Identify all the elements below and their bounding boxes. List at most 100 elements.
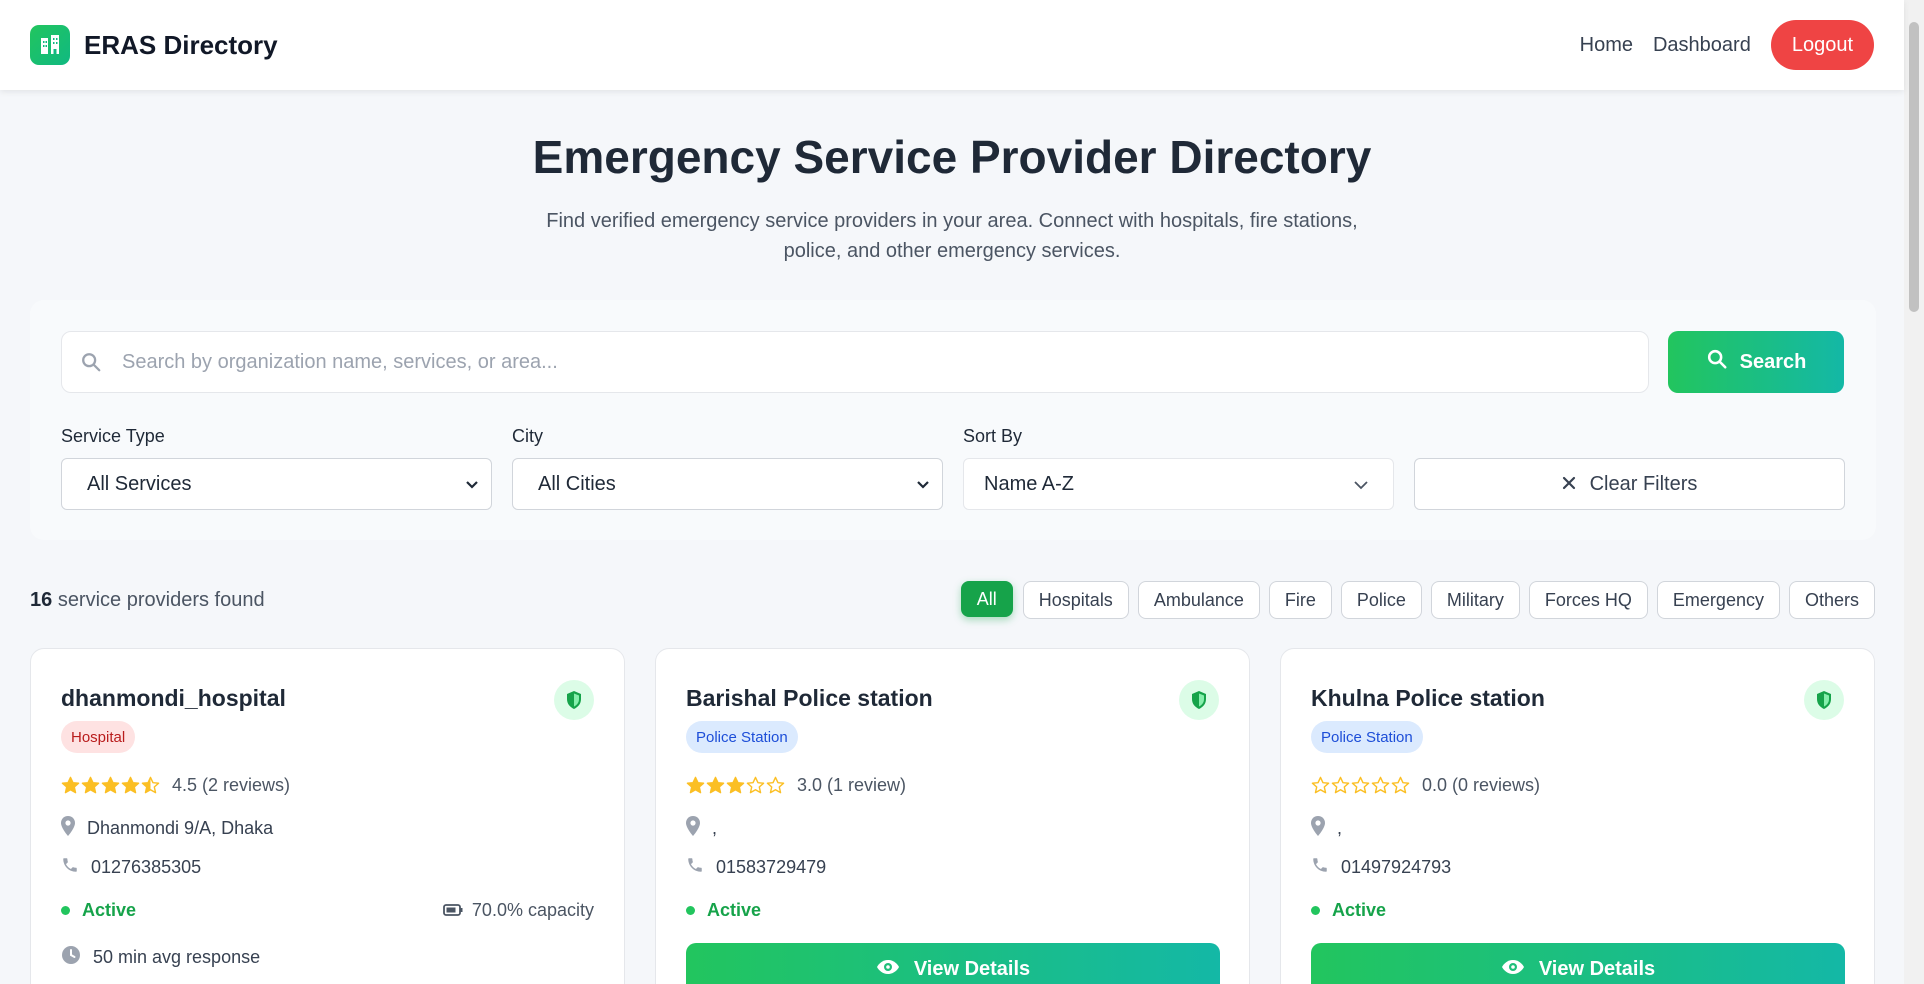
city-select[interactable]: All Cities xyxy=(512,458,943,510)
close-icon xyxy=(1562,473,1576,496)
provider-card[interactable]: Barishal Police station Police Station 3… xyxy=(655,648,1250,984)
chip-fire[interactable]: Fire xyxy=(1268,581,1332,619)
results-number: 16 xyxy=(30,589,53,611)
brand[interactable]: ERAS Directory xyxy=(30,25,278,65)
star-empty-icon xyxy=(1351,776,1370,794)
location-row: , xyxy=(1311,816,1342,841)
verified-shield-icon xyxy=(1804,680,1844,720)
location-row: Dhanmondi 9/A, Dhaka xyxy=(61,816,273,841)
chevron-down-icon xyxy=(1353,473,1369,496)
star-filled-icon xyxy=(61,776,80,794)
star-filled-icon xyxy=(121,776,140,794)
map-pin-icon xyxy=(686,816,700,841)
star-empty-icon xyxy=(746,776,765,794)
service-type-label: Service Type xyxy=(61,426,165,446)
filter-panel: Search Service Type All Services City Al… xyxy=(30,300,1876,540)
chip-emergency[interactable]: Emergency xyxy=(1656,581,1780,619)
search-button-label: Search xyxy=(1739,350,1807,373)
map-pin-icon xyxy=(61,816,75,841)
verified-shield-icon xyxy=(554,680,594,720)
service-type-select[interactable]: All Services xyxy=(61,458,492,510)
response-text: 50 min avg response xyxy=(93,947,261,967)
chip-others[interactable]: Others xyxy=(1788,581,1875,619)
star-empty-icon xyxy=(1391,776,1410,794)
star-rating xyxy=(61,776,160,795)
star-empty-icon xyxy=(1311,776,1330,794)
search-input[interactable] xyxy=(122,342,1622,382)
phone-row: 01583729479 xyxy=(686,856,826,879)
search-icon xyxy=(1706,348,1728,376)
rating-row: 4.5 (2 reviews) xyxy=(61,775,290,796)
city-value: All Cities xyxy=(538,472,616,495)
eye-icon xyxy=(1501,958,1525,981)
city-label: City xyxy=(512,426,543,446)
chip-hospitals[interactable]: Hospitals xyxy=(1022,581,1129,619)
star-rating xyxy=(686,776,785,795)
provider-type-badge: Police Station xyxy=(686,721,798,753)
location-text: , xyxy=(712,818,718,838)
phone-row: 01497924793 xyxy=(1311,856,1451,879)
logout-button[interactable]: Logout xyxy=(1770,20,1874,70)
phone-text: 01583729479 xyxy=(716,857,827,877)
provider-name: Barishal Police station xyxy=(686,685,933,711)
star-filled-icon xyxy=(686,776,705,794)
chevron-down-icon xyxy=(916,473,930,496)
status-row: Active xyxy=(1311,900,1386,921)
chip-military[interactable]: Military xyxy=(1430,581,1520,619)
page-scrollbar[interactable] xyxy=(1904,0,1924,984)
clear-filters-button[interactable]: Clear Filters xyxy=(1414,458,1845,510)
page-subtitle: Find verified emergency service provider… xyxy=(546,210,1358,262)
status-dot-icon xyxy=(1311,906,1320,915)
star-half-icon xyxy=(141,776,160,794)
category-chips: All Hospitals Ambulance Fire Police Mili… xyxy=(960,581,1875,619)
view-details-label: View Details xyxy=(913,957,1031,980)
status-dot-icon xyxy=(61,906,70,915)
chip-police[interactable]: Police xyxy=(1340,581,1422,619)
capacity-row: 70.0% capacity xyxy=(443,900,594,921)
chip-all[interactable]: All xyxy=(960,581,1013,617)
nav-dashboard-link[interactable]: Dashboard xyxy=(1653,34,1751,57)
provider-type-badge: Police Station xyxy=(1311,721,1423,753)
star-empty-icon xyxy=(1371,776,1390,794)
provider-card[interactable]: dhanmondi_hospital Hospital 4.5 (2 revie… xyxy=(30,648,625,984)
chevron-down-icon xyxy=(465,473,479,496)
sort-select[interactable]: Name A-Z xyxy=(963,458,1394,510)
provider-card[interactable]: Khulna Police station Police Station 0.0… xyxy=(1280,648,1875,984)
phone-row: 01276385305 xyxy=(61,856,201,879)
battery-icon xyxy=(443,900,463,921)
phone-icon xyxy=(61,856,79,879)
page-title: Emergency Service Provider Directory xyxy=(532,131,1372,183)
verified-shield-icon xyxy=(1179,680,1219,720)
view-details-button[interactable]: View Details xyxy=(1311,943,1845,984)
scrollbar-thumb[interactable] xyxy=(1909,22,1919,312)
search-icon xyxy=(80,351,102,378)
rating-row: 3.0 (1 review) xyxy=(686,775,906,796)
search-button[interactable]: Search xyxy=(1668,331,1844,393)
view-details-label: View Details xyxy=(1538,957,1656,980)
phone-text: 01276385305 xyxy=(91,857,202,877)
response-row: 50 min avg response xyxy=(61,945,260,970)
building-icon xyxy=(30,25,70,65)
provider-name: Khulna Police station xyxy=(1311,685,1545,711)
nav-home-link[interactable]: Home xyxy=(1580,34,1633,57)
location-text: , xyxy=(1337,818,1343,838)
chip-ambulance[interactable]: Ambulance xyxy=(1137,581,1260,619)
nav-links: Home Dashboard Logout xyxy=(1580,20,1874,70)
star-filled-icon xyxy=(706,776,725,794)
status-text: Active xyxy=(1332,900,1387,920)
hero-section: Emergency Service Provider Directory Fin… xyxy=(0,90,1904,266)
rating-text: 0.0 (0 reviews) xyxy=(1422,775,1541,795)
sort-label: Sort By xyxy=(963,426,1023,446)
view-details-button[interactable]: View Details xyxy=(686,943,1220,984)
status-row: Active xyxy=(61,900,136,921)
results-count: 16 service providers found xyxy=(30,589,265,612)
search-field[interactable] xyxy=(61,331,1649,393)
star-filled-icon xyxy=(101,776,120,794)
sort-value: Name A-Z xyxy=(984,472,1075,495)
rating-text: 3.0 (1 review) xyxy=(797,775,907,795)
capacity-text: 70.0% capacity xyxy=(471,900,594,920)
chip-forces-hq[interactable]: Forces HQ xyxy=(1528,581,1648,619)
location-row: , xyxy=(686,816,717,841)
provider-type-badge: Hospital xyxy=(61,721,136,753)
star-empty-icon xyxy=(766,776,785,794)
